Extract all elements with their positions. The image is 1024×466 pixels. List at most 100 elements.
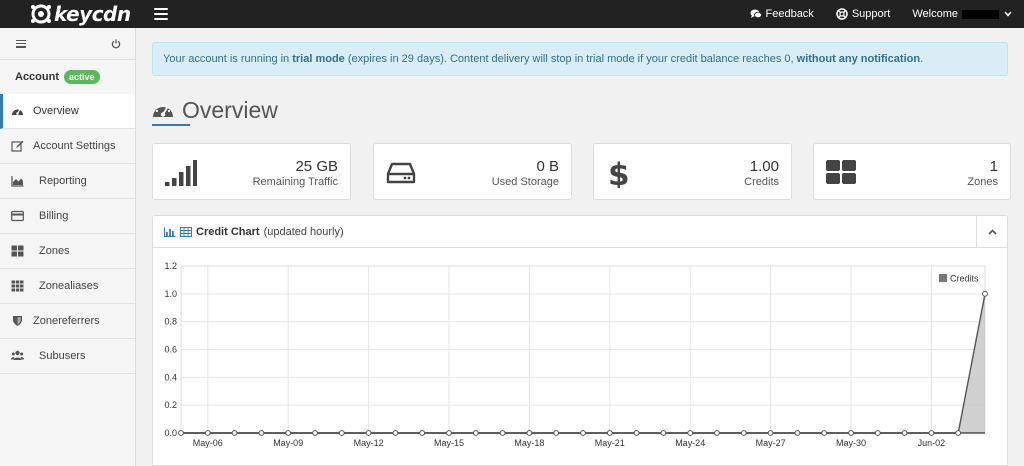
page-header: Overview xyxy=(152,92,278,128)
data-point xyxy=(660,430,667,436)
account-label: Account xyxy=(15,71,59,83)
sidebar-item-label: Overview xyxy=(33,105,79,117)
data-point xyxy=(392,430,399,436)
sidebar-item-label: Zonealiases xyxy=(39,280,99,292)
data-point xyxy=(767,430,774,436)
page-title: Overview xyxy=(182,96,278,123)
svg-text:$: $ xyxy=(608,158,630,188)
sidebar-collapse-icon[interactable] xyxy=(16,39,26,48)
sidebar-item-label: Zones xyxy=(39,245,70,257)
edit-icon xyxy=(10,140,23,152)
y-tick-label: 0.8 xyxy=(164,317,177,327)
stat-value: 0 B xyxy=(536,158,559,175)
credit-chart-panel: Credit Chart (updated hourly) 0.0 0.2 0.4 0… xyxy=(152,215,1008,466)
comments-icon xyxy=(750,9,762,19)
alert-text-1: Your account is running in xyxy=(163,53,293,65)
lifebuoy-icon xyxy=(836,8,848,20)
stat-label: Zones xyxy=(967,176,998,188)
x-tick-label: May-12 xyxy=(354,438,384,448)
data-point xyxy=(928,430,935,436)
sidebar-toolbar xyxy=(0,28,135,60)
hdd-icon xyxy=(386,162,416,184)
data-point xyxy=(258,430,265,436)
sidebar-item-account-settings[interactable]: Account Settings xyxy=(0,129,135,164)
legend-swatch xyxy=(939,274,947,282)
title-underline xyxy=(152,124,190,126)
data-point xyxy=(338,430,345,436)
alert-text-3: . xyxy=(920,53,924,65)
data-point xyxy=(580,430,586,436)
account-header: Account active xyxy=(0,60,135,94)
sidebar-item-label: Billing xyxy=(39,210,69,222)
sidebar-item-label: Account Settings xyxy=(33,140,116,152)
data-point xyxy=(633,430,640,436)
area-chart-icon xyxy=(10,176,23,187)
stat-value: 1.00 xyxy=(749,158,779,175)
data-point xyxy=(687,430,694,436)
logo-mark-icon xyxy=(31,4,51,24)
dashboard-icon xyxy=(153,103,173,117)
data-point xyxy=(312,430,318,436)
feedback-label: Feedback xyxy=(765,8,814,20)
stat-card-credits: $ 1.00 Credits xyxy=(593,143,792,200)
series-line xyxy=(181,293,986,434)
x-tick-label: May-27 xyxy=(756,438,786,448)
data-point xyxy=(204,430,211,436)
table-icon xyxy=(180,226,192,237)
data-point xyxy=(231,430,238,436)
grid-icon xyxy=(11,245,23,257)
credit-card-icon xyxy=(10,210,24,222)
menu-toggle-icon[interactable] xyxy=(154,8,168,20)
series-area xyxy=(181,293,985,433)
data-point xyxy=(714,430,720,436)
stat-value: 1 xyxy=(989,158,998,175)
trial-alert: Your account is running in trial mode (e… xyxy=(152,42,1008,76)
data-point xyxy=(472,430,479,436)
sidebar-item-zones[interactable]: Zones xyxy=(0,234,135,269)
data-point xyxy=(740,430,747,436)
credit-chart: 0.0 0.2 0.4 0.6 0.8 1.0 1.2 May-06 May-09 May-12 M… xyxy=(153,249,1007,465)
sidebar-item-subusers[interactable]: Subusers xyxy=(0,339,135,374)
power-icon[interactable] xyxy=(111,39,121,49)
x-tick-label: May-30 xyxy=(836,438,866,448)
panel-subtitle: (updated hourly) xyxy=(263,225,344,238)
x-tick-label: May-06 xyxy=(193,438,223,448)
stat-card-traffic: 25 GB Remaining Traffic xyxy=(152,143,351,200)
stat-label: Credits xyxy=(744,176,779,188)
support-link[interactable]: Support xyxy=(825,0,902,28)
keycdn-logo[interactable]: keycdn xyxy=(0,0,136,28)
sidebar-item-zonealiases[interactable]: Zonealiases xyxy=(0,269,135,304)
y-tick-label: 0.2 xyxy=(164,400,177,410)
sidebar-item-reporting[interactable]: Reporting xyxy=(0,164,135,199)
sidebar: Account active Overview Account Settings… xyxy=(0,28,136,466)
alert-bold-notification: without any notification xyxy=(796,53,921,65)
data-point xyxy=(419,430,426,436)
x-tick-label: May-24 xyxy=(675,438,705,448)
data-point xyxy=(874,430,881,436)
data-point xyxy=(901,430,908,436)
top-nav: Feedback Support Welcome xyxy=(739,0,1024,28)
user-menu[interactable]: Welcome xyxy=(901,8,1024,20)
chevron-down-icon xyxy=(1004,11,1012,17)
data-point xyxy=(365,430,372,436)
data-point xyxy=(982,290,988,297)
sidebar-item-billing[interactable]: Billing xyxy=(0,199,135,234)
data-point xyxy=(606,430,613,436)
stat-card-zones: 1 Zones xyxy=(813,143,1011,200)
x-tick-label: May-18 xyxy=(514,438,544,448)
sidebar-item-zonereferrers[interactable]: Zonereferrers xyxy=(0,304,135,339)
sidebar-item-label: Subusers xyxy=(39,350,86,362)
username-redacted xyxy=(962,9,999,19)
logo-text: keycdn xyxy=(54,2,131,26)
sidebar-item-overview[interactable]: Overview xyxy=(0,94,135,129)
data-point xyxy=(553,430,560,436)
collapse-button[interactable] xyxy=(976,216,1007,248)
dollar-icon: $ xyxy=(608,158,630,188)
x-tick-label: May-15 xyxy=(434,438,464,448)
data-point xyxy=(178,430,184,436)
y-tick-label: 0.4 xyxy=(164,372,177,382)
feedback-link[interactable]: Feedback xyxy=(739,0,825,28)
welcome-label: Welcome xyxy=(912,8,958,20)
bar-chart-icon xyxy=(164,227,176,237)
x-tick-label: May-21 xyxy=(595,438,625,448)
